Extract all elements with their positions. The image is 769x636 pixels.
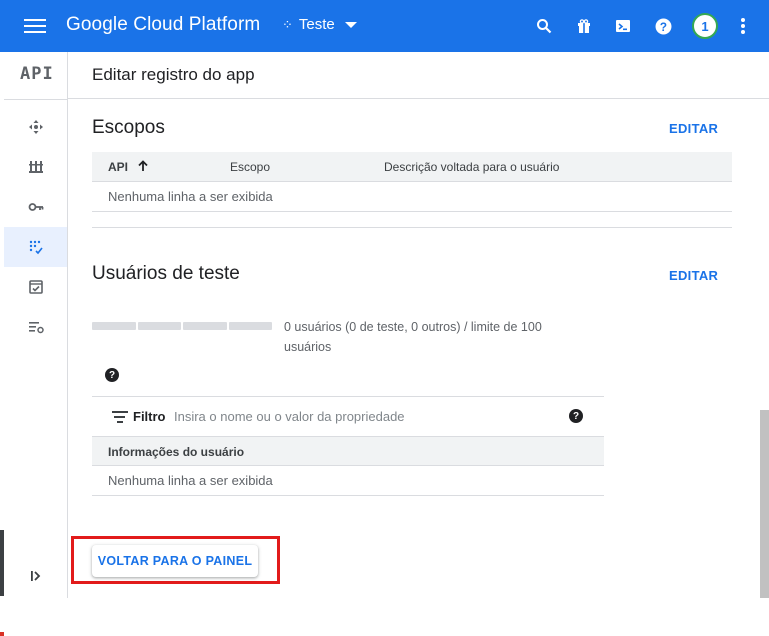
scopes-title: Escopos	[92, 117, 165, 138]
test-users-title: Usuários de teste	[92, 263, 240, 284]
column-api[interactable]: API	[108, 160, 148, 174]
column-user-description: Descrição voltada para o usuário	[384, 160, 560, 174]
empty-text: Nenhuma linha a ser exibida	[108, 189, 273, 204]
chevron-down-icon	[344, 21, 357, 28]
window-edge-red	[0, 632, 4, 636]
sidebar-item-consent-screen[interactable]	[4, 227, 67, 267]
sidebar-expand-toggle[interactable]	[4, 556, 67, 596]
empty-text: Nenhuma linha a ser exibida	[108, 473, 273, 488]
top-app-bar: Google Cloud Platform ⁘ Teste ? 1	[0, 0, 769, 52]
gift-icon[interactable]	[573, 15, 595, 37]
column-scope: Escopo	[230, 160, 271, 174]
scopes-empty-row: Nenhuma linha a ser exibida	[92, 182, 732, 212]
sidebar-item-credentials[interactable]	[4, 187, 67, 227]
filter-help-icon[interactable]: ?	[569, 409, 583, 423]
library-icon	[28, 161, 43, 173]
back-to-dashboard-button[interactable]: VOLTAR PARA O PAINEL	[92, 545, 258, 577]
sidebar-item-dashboard[interactable]	[4, 107, 67, 147]
sidebar-title: API	[20, 64, 54, 84]
sort-arrow-up-icon[interactable]	[137, 160, 149, 172]
users-table-header: Informações do usuário	[92, 437, 604, 466]
edit-scopes-button[interactable]: EDITAR	[669, 121, 718, 136]
sidebar-item-library[interactable]	[4, 147, 67, 187]
project-selector[interactable]: ⁘ Teste	[282, 16, 357, 33]
user-quota-bar	[92, 322, 272, 330]
api-sidebar: API	[4, 52, 68, 598]
sidebar-divider	[4, 99, 67, 100]
search-icon[interactable]	[533, 15, 555, 37]
sidebar-item-page-usage[interactable]	[4, 307, 67, 347]
sidebar-item-domain-verification[interactable]	[4, 267, 67, 307]
project-icon: ⁘	[282, 16, 293, 32]
settings-list-icon	[28, 322, 44, 334]
brand-title[interactable]: Google Cloud Platform	[66, 14, 260, 36]
filter-input[interactable]	[174, 405, 554, 427]
filter-bar: Filtro ?	[92, 396, 604, 437]
column-user-info: Informações do usuário	[108, 445, 245, 459]
expand-sidebar-icon	[30, 571, 40, 581]
scrollbar-track[interactable]	[760, 99, 769, 410]
scopes-table-header: API Escopo Descrição voltada para o usuá…	[92, 152, 732, 182]
consent-screen-icon	[29, 240, 43, 255]
scrollbar-thumb[interactable]	[760, 410, 769, 598]
page-header: Editar registro do app	[68, 52, 769, 99]
help-icon[interactable]: ?	[652, 15, 674, 37]
dashboard-icon	[28, 120, 43, 134]
users-empty-row: Nenhuma linha a ser exibida	[92, 466, 604, 496]
project-name: Teste	[298, 16, 335, 33]
edit-test-users-button[interactable]: EDITAR	[669, 268, 718, 283]
more-vert-icon[interactable]	[740, 16, 746, 36]
user-quota-text: 0 usuários (0 de teste, 0 outros) / limi…	[284, 320, 542, 354]
help-icon[interactable]: ?	[105, 368, 119, 382]
filter-icon[interactable]	[112, 411, 128, 423]
domain-verification-icon	[28, 280, 43, 294]
section-divider	[92, 227, 732, 228]
svg-text:?: ?	[659, 20, 666, 33]
cloud-shell-icon[interactable]	[612, 15, 634, 37]
filter-label: Filtro	[133, 409, 166, 424]
menu-icon[interactable]	[24, 15, 46, 37]
key-icon	[28, 203, 43, 211]
page-title: Editar registro do app	[92, 65, 255, 84]
notification-avatar[interactable]: 1	[692, 13, 718, 39]
